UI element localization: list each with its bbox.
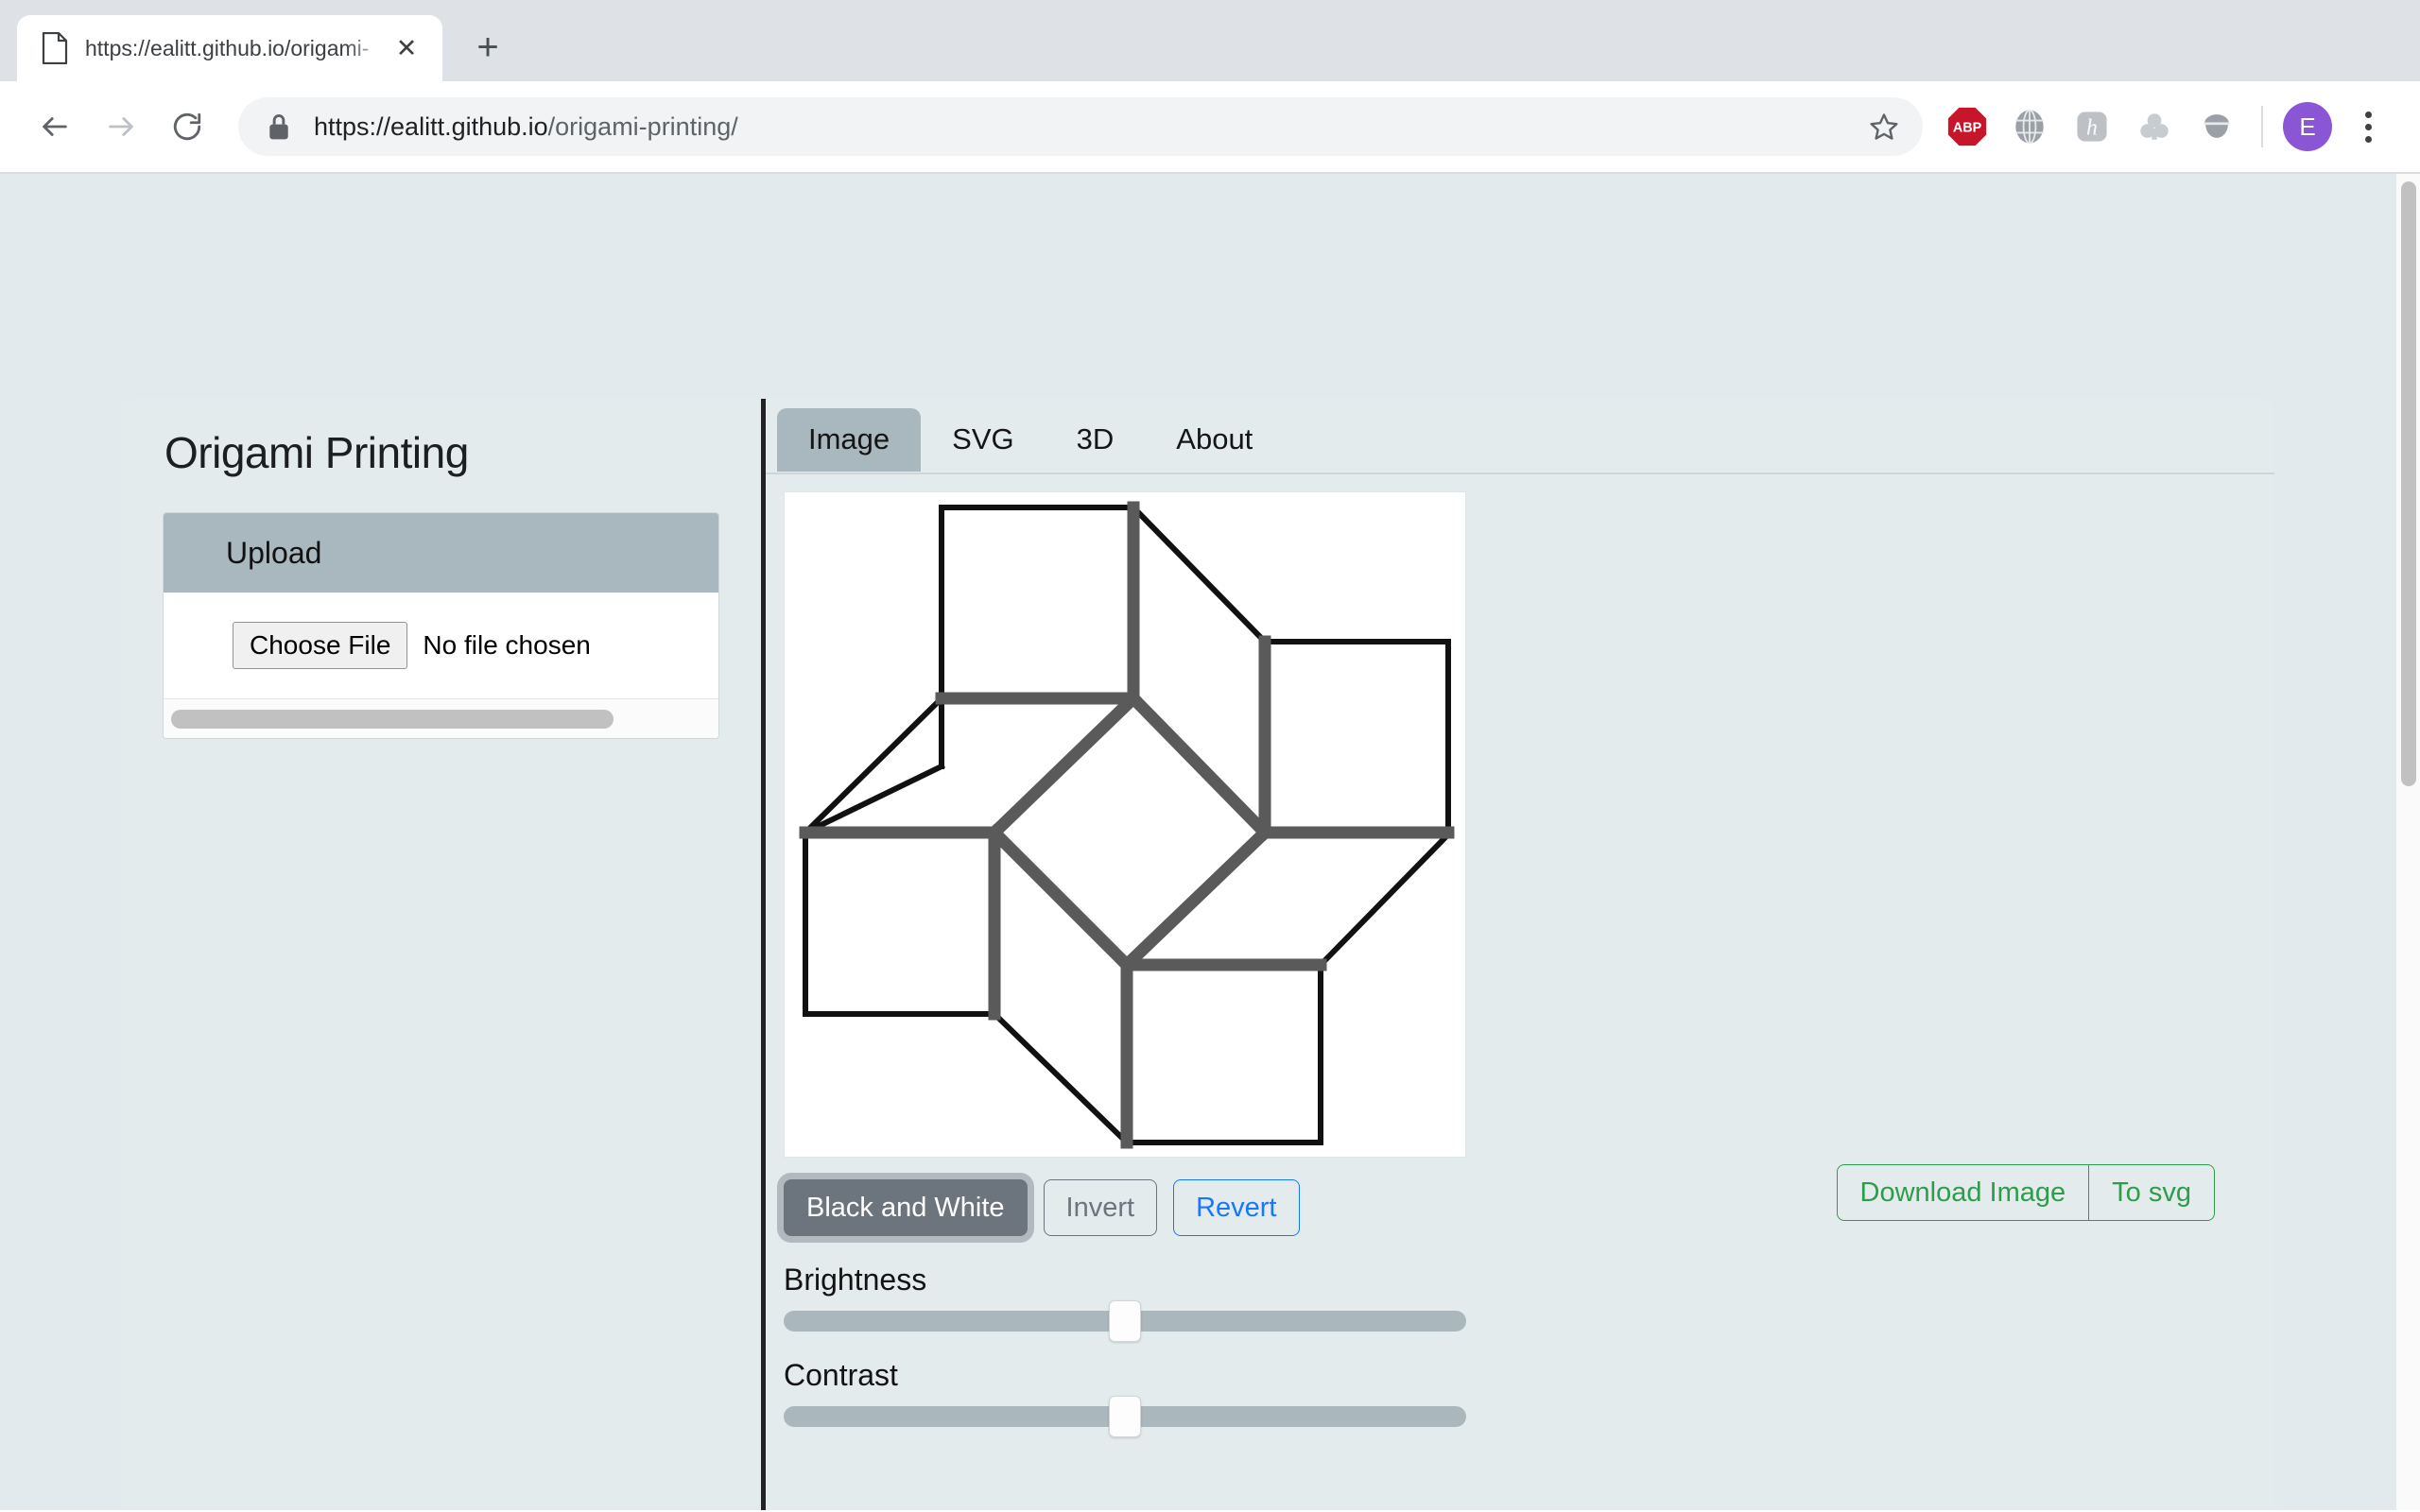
svg-text:h: h bbox=[2086, 115, 2098, 140]
browser-tab-title: https://ealitt.github.io/origami- bbox=[85, 36, 388, 61]
browser-window: https://ealitt.github.io/origami- ✕ + ht… bbox=[0, 0, 2420, 1512]
brightness-slider[interactable] bbox=[784, 1311, 1466, 1332]
extensions-strip: ABP h bbox=[1928, 97, 2395, 156]
brightness-label: Brightness bbox=[784, 1263, 2274, 1297]
toolbar-divider bbox=[2261, 106, 2263, 147]
vscrollbar-thumb[interactable] bbox=[2401, 181, 2416, 786]
browser-tabstrip: https://ealitt.github.io/origami- ✕ + bbox=[0, 0, 2420, 81]
to-svg-button[interactable]: To svg bbox=[2088, 1164, 2215, 1221]
contrast-label: Contrast bbox=[784, 1358, 2274, 1393]
new-tab-button[interactable]: + bbox=[461, 21, 514, 74]
invert-button[interactable]: Invert bbox=[1044, 1179, 1158, 1236]
acorn-icon[interactable] bbox=[2187, 97, 2246, 156]
back-arrow-icon[interactable] bbox=[25, 96, 85, 157]
close-icon[interactable]: ✕ bbox=[388, 29, 425, 67]
globe-icon[interactable] bbox=[2000, 97, 2059, 156]
upload-card-hscrollbar[interactable] bbox=[164, 698, 718, 738]
svg-text:ABP: ABP bbox=[1953, 121, 1982, 136]
page-icon bbox=[42, 32, 68, 64]
tab-bar: Image SVG 3D About bbox=[766, 399, 2274, 474]
origami-crease-pattern bbox=[785, 492, 1465, 1157]
main-panel: Image SVG 3D About bbox=[766, 399, 2274, 1510]
lock-icon bbox=[265, 111, 293, 143]
url-path: /origami-printing/ bbox=[548, 112, 738, 141]
page-viewport: Origami Printing Upload Choose File No f… bbox=[0, 174, 2420, 1510]
avatar-initial: E bbox=[2283, 102, 2332, 151]
upload-card-header[interactable]: Upload bbox=[164, 513, 718, 593]
browser-tab[interactable]: https://ealitt.github.io/origami- ✕ bbox=[17, 15, 442, 81]
choose-file-button[interactable]: Choose File bbox=[233, 622, 407, 669]
file-status-label: No file chosen bbox=[423, 630, 590, 661]
hscrollbar-thumb[interactable] bbox=[171, 710, 614, 729]
kebab-menu-icon[interactable] bbox=[2341, 97, 2395, 156]
upload-card: Upload Choose File No file chosen bbox=[163, 512, 719, 739]
tab-image[interactable]: Image bbox=[777, 408, 921, 472]
adblock-plus-icon[interactable]: ABP bbox=[1938, 97, 1996, 156]
honey-icon[interactable]: h bbox=[2063, 97, 2121, 156]
tab-about[interactable]: About bbox=[1145, 408, 1284, 472]
page-content: Origami Printing Upload Choose File No f… bbox=[0, 174, 2395, 1510]
tab-3d[interactable]: 3D bbox=[1046, 408, 1146, 472]
export-button-group: Download Image To svg bbox=[1837, 1164, 2215, 1221]
browser-toolbar: https://ealitt.github.io/origami-printin… bbox=[0, 81, 2420, 172]
page-vscrollbar[interactable] bbox=[2395, 174, 2420, 1510]
tab-svg[interactable]: SVG bbox=[921, 408, 1045, 472]
contrast-slider[interactable] bbox=[784, 1406, 1466, 1427]
address-bar[interactable]: https://ealitt.github.io/origami-printin… bbox=[238, 97, 1923, 156]
black-and-white-button[interactable]: Black and White bbox=[784, 1179, 1028, 1236]
image-preview[interactable] bbox=[784, 491, 1466, 1158]
page-title: Origami Printing bbox=[121, 399, 761, 478]
forward-arrow-icon[interactable] bbox=[91, 96, 151, 157]
upload-card-body: Choose File No file chosen bbox=[164, 593, 718, 698]
url-origin: https://ealitt.github.io bbox=[314, 112, 548, 141]
address-bar-url: https://ealitt.github.io/origami-printin… bbox=[314, 112, 738, 142]
reload-icon[interactable] bbox=[157, 96, 217, 157]
avatar[interactable]: E bbox=[2278, 97, 2337, 156]
bookmark-star-icon[interactable] bbox=[1855, 97, 1913, 156]
sidebar-panel: Origami Printing Upload Choose File No f… bbox=[121, 399, 761, 1510]
contrast-slider-thumb[interactable] bbox=[1109, 1396, 1141, 1437]
clover-icon[interactable] bbox=[2125, 97, 2184, 156]
download-image-button[interactable]: Download Image bbox=[1837, 1164, 2089, 1221]
brightness-slider-thumb[interactable] bbox=[1109, 1300, 1141, 1342]
revert-button[interactable]: Revert bbox=[1173, 1179, 1299, 1236]
